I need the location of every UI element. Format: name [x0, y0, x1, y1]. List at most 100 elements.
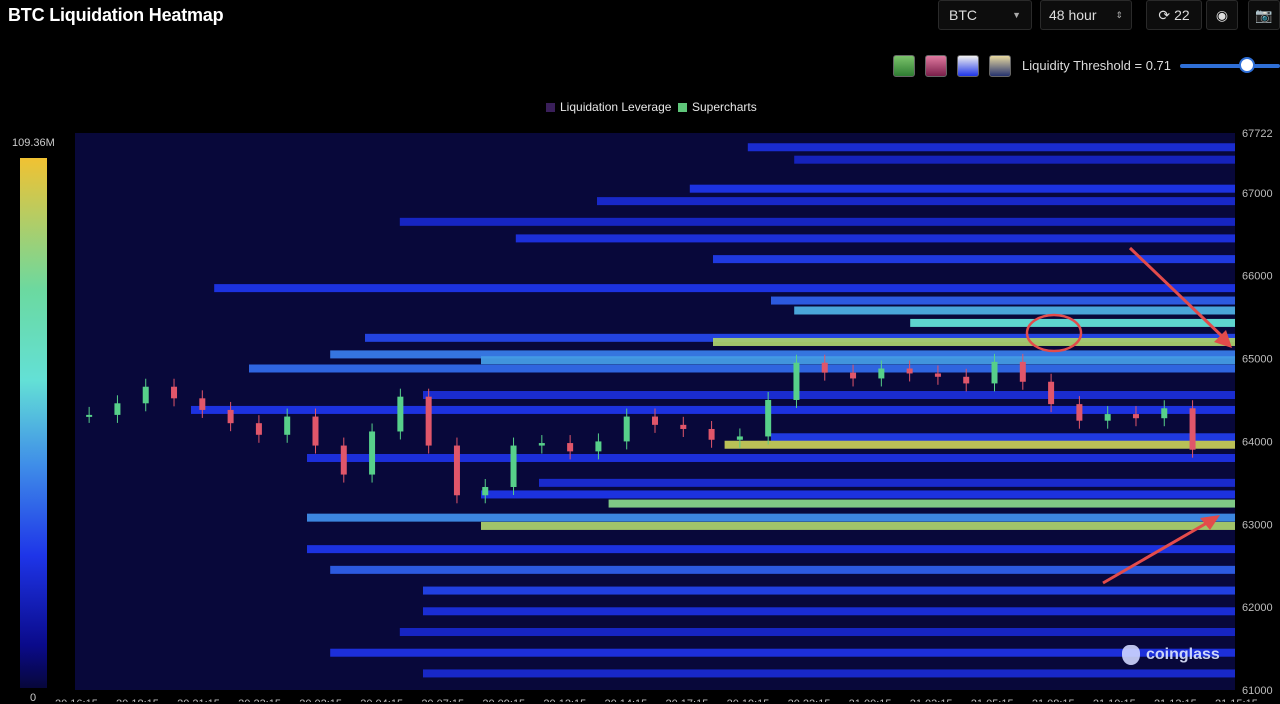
liquidity-band-12 — [713, 337, 1235, 346]
x-tick-label-9: 20 14:15 — [604, 698, 647, 702]
liquidity-band-26 — [307, 545, 1235, 554]
liquidity-band-25 — [481, 521, 1235, 530]
candle-28 — [878, 368, 885, 379]
liquidity-band-29 — [423, 607, 1235, 616]
x-tick-label-14: 21 03:15 — [910, 698, 953, 702]
candle-1 — [114, 403, 121, 415]
candle-15 — [510, 445, 517, 487]
liquidity-band-14 — [481, 356, 1235, 365]
liquidity-band-30 — [399, 627, 1235, 636]
liquidity-band-7 — [214, 284, 1235, 293]
liquidity-band-27 — [330, 565, 1235, 574]
liquidity-band-1 — [794, 155, 1235, 164]
liquidity-band-22 — [481, 490, 1235, 499]
candle-11 — [397, 396, 404, 432]
liquidity-band-15 — [249, 364, 1235, 373]
candle-20 — [652, 416, 658, 425]
liquidation-heatmap-chart[interactable]: 67722 67000 66000 65000 64000 63000 62000 61000… — [0, 0, 1280, 702]
x-tick-label-13: 21 00:15 — [849, 698, 892, 702]
candle-8 — [312, 416, 319, 446]
candle-39 — [1189, 408, 1196, 450]
liquidity-band-21 — [539, 478, 1235, 487]
liquidity-band-2 — [689, 184, 1235, 193]
candle-5 — [227, 409, 234, 424]
liquidity-band-4 — [399, 217, 1235, 226]
candle-37 — [1132, 414, 1139, 419]
y-tick-label-0: 67722 — [1242, 128, 1273, 140]
y-tick-label-5: 63000 — [1242, 519, 1273, 531]
candle-22 — [708, 428, 715, 440]
y-tick-label-3: 65000 — [1242, 354, 1273, 366]
liquidity-band-31 — [330, 648, 1235, 657]
candle-2 — [142, 386, 149, 404]
liquidity-band-18 — [771, 433, 1235, 442]
liquidity-band-0 — [747, 143, 1235, 152]
liquidity-band-8 — [771, 296, 1235, 305]
candle-36 — [1104, 414, 1111, 421]
liquidity-band-20 — [307, 453, 1235, 462]
candle-10 — [369, 431, 376, 475]
candle-33 — [1019, 361, 1026, 382]
coinglass-logo-icon — [1122, 645, 1140, 665]
x-tick-label-1: 20 18:15 — [116, 698, 159, 702]
candle-32 — [991, 361, 998, 384]
x-tick-label-18: 21 13:15 — [1154, 698, 1197, 702]
x-tick-label-8: 20 12:15 — [543, 698, 586, 702]
x-tick-label-15: 21 05:15 — [971, 698, 1014, 702]
watermark-text: coinglass — [1146, 646, 1220, 663]
liquidity-band-16 — [423, 391, 1235, 400]
x-tick-label-17: 21 10:15 — [1093, 698, 1136, 702]
candle-25 — [793, 362, 800, 400]
candle-16 — [538, 443, 545, 446]
x-tick-label-0: 20 16:15 — [55, 698, 98, 702]
liquidity-band-28 — [423, 586, 1235, 595]
candle-14 — [482, 486, 489, 496]
coinglass-watermark: coinglass — [1122, 645, 1220, 665]
y-tick-label-6: 62000 — [1242, 602, 1273, 614]
candle-26 — [821, 362, 828, 373]
candle-17 — [567, 443, 574, 452]
liquidity-band-23 — [608, 499, 1235, 508]
candle-4 — [199, 398, 206, 410]
x-tick-label-19: 21 15:15 — [1215, 698, 1258, 702]
candle-27 — [850, 372, 857, 379]
x-tick-label-4: 20 02:15 — [299, 698, 342, 702]
candle-35 — [1076, 404, 1083, 421]
liquidity-band-5 — [515, 234, 1235, 243]
candle-31 — [963, 376, 970, 384]
candle-6 — [255, 423, 262, 435]
x-tick-label-11: 20 19:15 — [727, 698, 770, 702]
x-tick-label-7: 20 09:15 — [482, 698, 525, 702]
candle-12 — [425, 396, 432, 446]
candle-21 — [680, 424, 687, 429]
x-tick-label-6: 20 07:15 — [421, 698, 464, 702]
y-tick-label-7: 61000 — [1242, 685, 1273, 697]
candle-13 — [453, 445, 460, 496]
y-tick-label-4: 64000 — [1242, 436, 1273, 448]
y-tick-label-2: 66000 — [1242, 271, 1273, 283]
candle-9 — [340, 445, 347, 475]
candle-24 — [765, 399, 772, 437]
x-tick-label-5: 20 04:15 — [360, 698, 403, 702]
candle-34 — [1048, 381, 1055, 405]
candle-18 — [595, 441, 602, 452]
candle-38 — [1161, 408, 1168, 419]
x-tick-label-12: 20 22:15 — [788, 698, 831, 702]
x-tick-label-3: 20 23:15 — [238, 698, 281, 702]
x-tick-label-16: 21 08:15 — [1032, 698, 1075, 702]
candle-3 — [171, 386, 178, 399]
y-tick-label-1: 67000 — [1242, 188, 1273, 200]
liquidity-band-24 — [307, 513, 1235, 522]
liquidity-band-6 — [713, 255, 1235, 264]
liquidity-band-19 — [724, 440, 1235, 449]
x-tick-label-10: 20 17:15 — [666, 698, 709, 702]
liquidity-band-9 — [794, 306, 1235, 315]
liquidity-band-32 — [423, 669, 1235, 678]
liquidity-band-3 — [597, 197, 1235, 206]
candle-30 — [934, 373, 941, 377]
candle-29 — [906, 368, 913, 374]
x-tick-label-2: 20 21:15 — [177, 698, 220, 702]
candle-19 — [623, 416, 630, 442]
candle-0 — [86, 414, 93, 417]
candle-7 — [284, 416, 291, 435]
